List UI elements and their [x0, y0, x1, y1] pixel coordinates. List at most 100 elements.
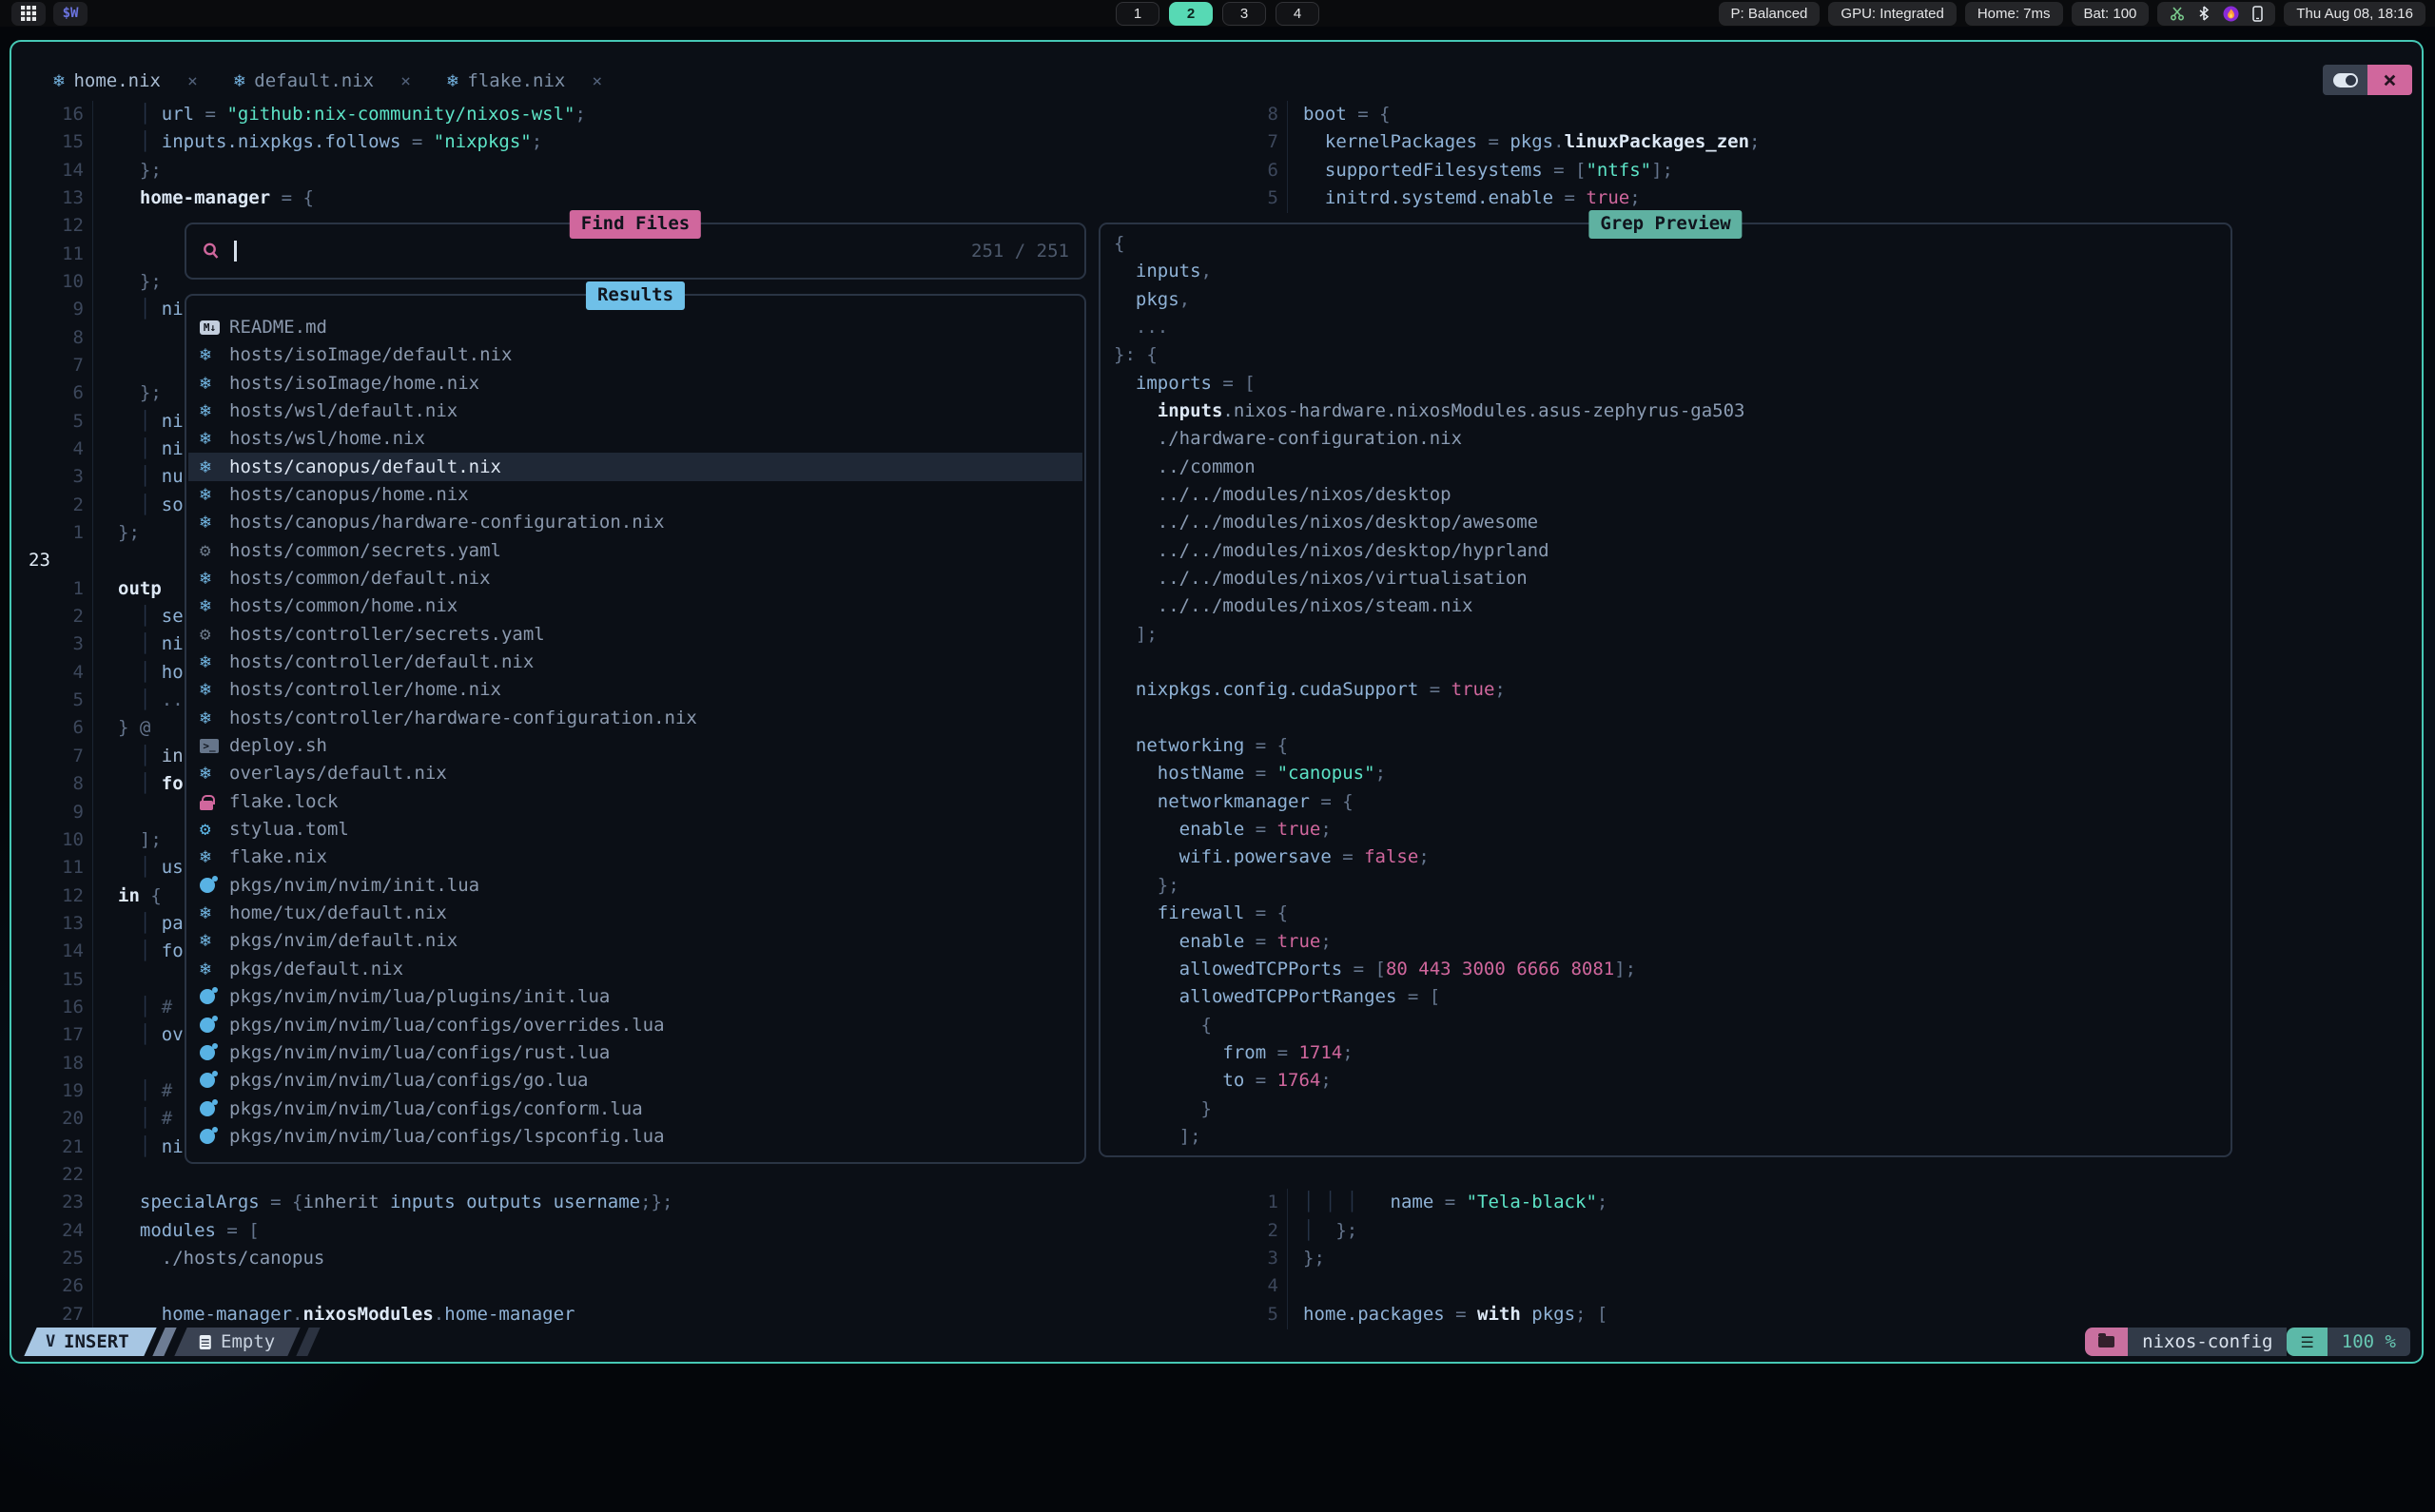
code-token: "github:nix-community/nixos-wsl"	[226, 104, 575, 125]
code-line: 5home.packages = with pkgs; [	[1240, 1301, 1607, 1329]
gutter-separator	[92, 184, 93, 213]
result-item[interactable]: ❄hosts/controller/hardware-configuration…	[188, 704, 1082, 732]
file-segment: Empty	[174, 1328, 301, 1356]
code-token: inputs	[1114, 400, 1222, 421]
tab-flake.nix[interactable]: ❄flake.nix×	[447, 70, 602, 91]
code-line: 8	[13, 324, 118, 353]
gutter-separator	[92, 352, 93, 380]
nix-icon: ❄	[200, 341, 210, 369]
result-item[interactable]: ⚙hosts/common/secrets.yaml	[188, 536, 1082, 565]
result-item[interactable]: pkgs/nvim/nvim/init.lua	[188, 871, 1082, 900]
code-token: =	[1553, 187, 1586, 208]
line-number: 6	[13, 379, 84, 407]
results-counter: 251 / 251	[971, 224, 1069, 278]
toggle-button[interactable]	[2323, 65, 2367, 95]
topbar-right-group: P: BalancedGPU: IntegratedHome: 7msBat: …	[1719, 2, 2425, 26]
tab-close-icon[interactable]: ×	[400, 71, 411, 91]
result-item[interactable]: ❄overlays/default.nix	[188, 759, 1082, 787]
code-token: ../../modules/nixos/desktop	[1114, 484, 1451, 505]
result-item[interactable]: ❄pkgs/nvim/default.nix	[188, 926, 1082, 955]
gutter-separator	[92, 463, 93, 492]
code-token: =	[1332, 846, 1364, 867]
clock-module[interactable]: Thu Aug 08, 18:16	[2284, 2, 2425, 26]
app-launcher-button[interactable]	[11, 2, 46, 26]
result-item[interactable]: >_deploy.sh	[188, 731, 1082, 760]
gutter-separator	[92, 770, 93, 799]
result-item[interactable]: ❄flake.nix	[188, 843, 1082, 871]
code-token: │	[140, 606, 162, 627]
code-token	[118, 466, 140, 487]
result-item[interactable]: pkgs/nvim/nvim/lua/configs/conform.lua	[188, 1095, 1082, 1123]
preview-line: pkgs,	[1114, 286, 1190, 315]
system-tray[interactable]	[2157, 2, 2275, 26]
result-filename: hosts/isoImage/home.nix	[229, 370, 479, 397]
workspace-button-2[interactable]: 2	[1169, 2, 1213, 26]
close-window-button[interactable]: ×	[2367, 65, 2412, 95]
code-text: outp	[118, 575, 162, 603]
code-text: │ fo	[118, 770, 184, 798]
workspace-button-1[interactable]: 1	[1116, 2, 1159, 26]
result-filename: hosts/wsl/default.nix	[229, 397, 458, 425]
code-token: };	[118, 160, 162, 181]
code-line: 14 │ fo	[13, 938, 184, 966]
file-icon-box: M↓	[200, 320, 229, 335]
result-item[interactable]: pkgs/nvim/nvim/lua/configs/rust.lua	[188, 1038, 1082, 1067]
gutter-separator	[92, 575, 93, 604]
code-token: =	[1266, 1042, 1298, 1063]
code-line: 2 │ se	[13, 603, 184, 631]
tab-default.nix[interactable]: ❄default.nix×	[234, 70, 411, 91]
line-number: 12	[13, 212, 84, 240]
code-line: 27 home-manager.nixosModules.home-manage…	[13, 1301, 575, 1329]
code-line: 8 │ fo	[13, 770, 184, 799]
result-item[interactable]: ❄hosts/canopus/home.nix	[188, 480, 1082, 509]
result-item[interactable]: ❄hosts/controller/default.nix	[188, 648, 1082, 676]
result-item[interactable]: ❄hosts/canopus/default.nix	[188, 453, 1082, 481]
result-item[interactable]: ❄hosts/controller/home.nix	[188, 675, 1082, 704]
code-token: ;	[1342, 1042, 1353, 1063]
search-input[interactable]	[186, 224, 1084, 278]
code-line: 4	[1240, 1272, 1303, 1301]
file-icon-box: ❄	[200, 649, 229, 676]
code-token: =	[1477, 131, 1510, 152]
result-item[interactable]: ❄hosts/canopus/hardware-configuration.ni…	[188, 508, 1082, 536]
code-line: 26	[13, 1272, 118, 1301]
code-token: ;	[1375, 763, 1386, 784]
line-number: 5	[1240, 184, 1278, 212]
statusline-separator	[296, 1328, 320, 1356]
result-item[interactable]: ❄hosts/wsl/home.nix	[188, 424, 1082, 453]
result-item[interactable]: ❄pkgs/default.nix	[188, 955, 1082, 983]
result-item[interactable]: ❄home/tux/default.nix	[188, 899, 1082, 927]
file-icon-box: ❄	[200, 705, 229, 732]
result-filename: pkgs/nvim/nvim/lua/plugins/init.lua	[229, 983, 610, 1011]
code-token: =	[1244, 1070, 1276, 1091]
gutter-separator	[1287, 184, 1288, 213]
tab-home.nix[interactable]: ❄home.nix×	[53, 70, 198, 91]
result-item[interactable]: ⚙stylua.toml	[188, 815, 1082, 843]
result-item[interactable]: ❄hosts/isoImage/home.nix	[188, 369, 1082, 397]
code-text: │ ho	[118, 659, 184, 687]
file-icon-box: ❄	[200, 397, 229, 425]
result-item[interactable]: flake.lock	[188, 787, 1082, 816]
code-token: │	[140, 689, 162, 710]
result-item[interactable]: pkgs/nvim/nvim/lua/configs/go.lua	[188, 1066, 1082, 1095]
result-item[interactable]: ⚙hosts/controller/secrets.yaml	[188, 620, 1082, 649]
result-item[interactable]: M↓README.md	[188, 313, 1082, 341]
result-item[interactable]: ❄hosts/common/default.nix	[188, 564, 1082, 592]
result-filename: pkgs/nvim/nvim/lua/configs/conform.lua	[229, 1095, 643, 1123]
code-token: #	[162, 1080, 172, 1101]
tab-close-icon[interactable]: ×	[187, 71, 198, 91]
workspace-button-4[interactable]: 4	[1276, 2, 1319, 26]
line-number: 10	[13, 268, 84, 296]
tab-close-icon[interactable]: ×	[592, 71, 602, 91]
shell-logo-button[interactable]: $W	[53, 2, 88, 26]
preview-line: networkmanager = {	[1114, 788, 1354, 817]
result-item[interactable]: pkgs/nvim/nvim/lua/plugins/init.lua	[188, 982, 1082, 1011]
gutter-separator	[92, 101, 93, 129]
result-item[interactable]: ❄hosts/common/home.nix	[188, 591, 1082, 620]
result-item[interactable]: pkgs/nvim/nvim/lua/configs/overrides.lua	[188, 1011, 1082, 1039]
result-item[interactable]: ❄hosts/isoImage/default.nix	[188, 340, 1082, 369]
nix-icon: ❄	[200, 705, 210, 732]
workspace-button-3[interactable]: 3	[1222, 2, 1266, 26]
result-item[interactable]: pkgs/nvim/nvim/lua/configs/lspconfig.lua	[188, 1122, 1082, 1151]
result-item[interactable]: ❄hosts/wsl/default.nix	[188, 397, 1082, 425]
